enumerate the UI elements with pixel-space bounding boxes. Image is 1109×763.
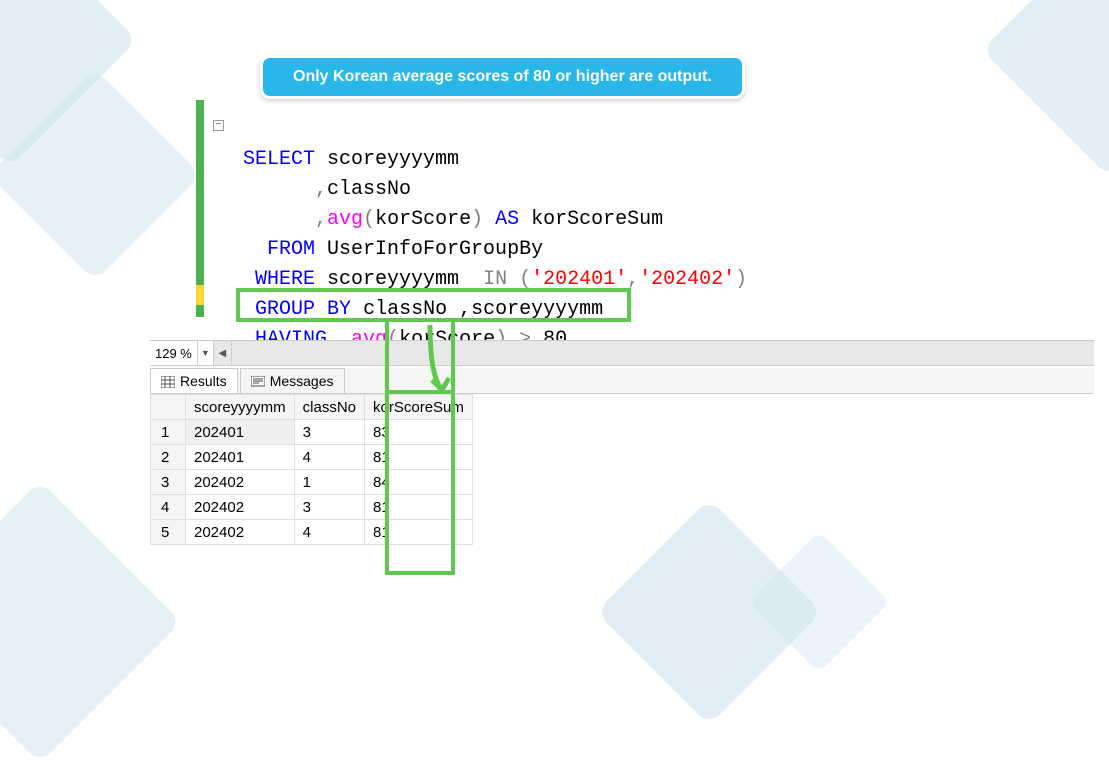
keyword-as: AS	[495, 208, 519, 231]
zoom-toolbar: 129 % ▼ ◀	[150, 340, 1094, 366]
gutter-change-marker	[196, 100, 204, 285]
decorative-diamond	[982, 0, 1109, 177]
gutter-unsaved-marker	[196, 285, 204, 305]
col-header-scoreyyyymm[interactable]: scoreyyyymm	[186, 395, 295, 420]
paren: (	[363, 208, 375, 231]
results-table[interactable]: scoreyyyymm classNo korScoreSum 1 202401…	[150, 394, 473, 545]
paren: )	[735, 268, 747, 291]
cell-classno[interactable]: 4	[294, 520, 364, 545]
scroll-left-button[interactable]: ◀	[214, 341, 232, 365]
cell-scoreyyyymm[interactable]: 202401	[186, 420, 295, 445]
table-row[interactable]: 3 202402 1 84	[151, 470, 473, 495]
code-text: UserInfoForGroupBy	[315, 238, 543, 261]
cell-scoreyyyymm[interactable]: 202401	[186, 445, 295, 470]
cell-korscoresum[interactable]: 81	[365, 495, 473, 520]
table-row[interactable]: 5 202402 4 81	[151, 520, 473, 545]
table-row[interactable]: 1 202401 3 83	[151, 420, 473, 445]
rownum-cell: 2	[151, 445, 186, 470]
tab-messages-label: Messages	[270, 373, 334, 389]
cell-korscoresum[interactable]: 83	[365, 420, 473, 445]
paren: )	[471, 208, 483, 231]
tab-messages[interactable]: Messages	[240, 368, 345, 393]
cell-korscoresum[interactable]: 81	[365, 520, 473, 545]
code-text: korScore	[375, 208, 471, 231]
results-grid-icon	[161, 375, 175, 387]
having-highlight-box	[236, 288, 631, 322]
callout-text: Only Korean average scores of 80 or high…	[293, 68, 712, 85]
cell-classno[interactable]: 1	[294, 470, 364, 495]
code-fold-toggle[interactable]: −	[213, 120, 224, 131]
table-header-row: scoreyyyymm classNo korScoreSum	[151, 395, 473, 420]
tab-results[interactable]: Results	[150, 368, 238, 393]
rownum-cell: 1	[151, 420, 186, 445]
keyword-select: SELECT	[243, 148, 315, 171]
col-header-classno[interactable]: classNo	[294, 395, 364, 420]
cell-scoreyyyymm[interactable]: 202402	[186, 495, 295, 520]
comma: ,	[315, 208, 327, 231]
cell-classno[interactable]: 4	[294, 445, 364, 470]
cell-classno[interactable]: 3	[294, 495, 364, 520]
horizontal-scrollbar[interactable]	[232, 341, 1094, 365]
rownum-cell: 3	[151, 470, 186, 495]
zoom-level-display[interactable]: 129 %	[150, 341, 198, 365]
code-text: korScoreSum	[519, 208, 663, 231]
code-text: classNo	[327, 178, 411, 201]
rownum-cell: 5	[151, 520, 186, 545]
tab-results-label: Results	[180, 373, 227, 389]
cell-classno[interactable]: 3	[294, 420, 364, 445]
col-header-korscoresum[interactable]: korScoreSum	[365, 395, 473, 420]
cell-scoreyyyymm[interactable]: 202402	[186, 520, 295, 545]
rownum-cell: 4	[151, 495, 186, 520]
callout-banner: Only Korean average scores of 80 or high…	[260, 55, 745, 99]
keyword-from: FROM	[267, 238, 315, 261]
gutter-change-marker	[196, 305, 204, 317]
comma: ,	[315, 178, 327, 201]
messages-icon	[251, 375, 265, 387]
cell-korscoresum[interactable]: 84	[365, 470, 473, 495]
string-literal: '202402'	[639, 268, 735, 291]
table-row[interactable]: 2 202401 4 81	[151, 445, 473, 470]
zoom-value: 129 %	[155, 346, 192, 361]
cell-scoreyyyymm[interactable]: 202402	[186, 470, 295, 495]
results-tabs: Results Messages	[150, 368, 1094, 394]
func-avg: avg	[327, 208, 363, 231]
rownum-header	[151, 395, 186, 420]
zoom-dropdown-icon[interactable]: ▼	[198, 341, 214, 365]
table-row[interactable]: 4 202402 3 81	[151, 495, 473, 520]
cell-korscoresum[interactable]: 81	[365, 445, 473, 470]
code-text: scoreyyyymm	[315, 148, 459, 171]
